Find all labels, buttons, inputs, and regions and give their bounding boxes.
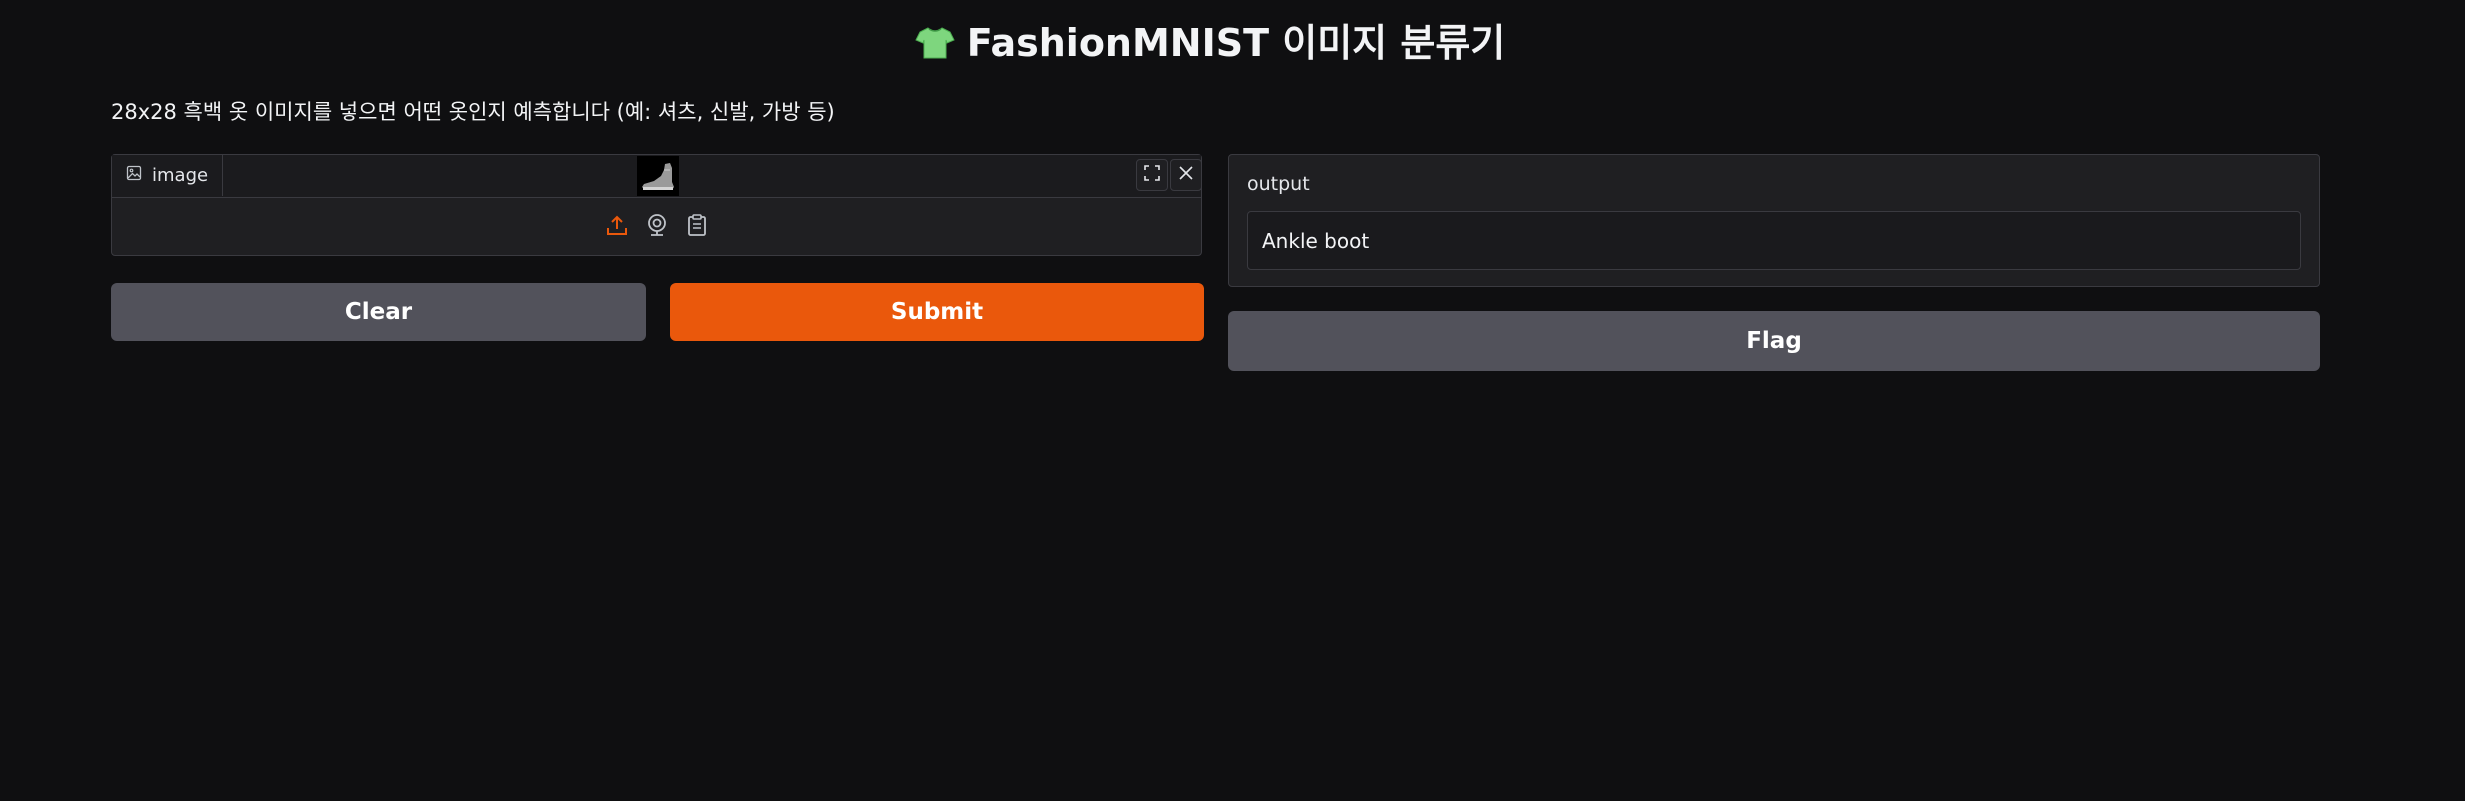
close-image-button[interactable] xyxy=(1170,159,1202,191)
output-panel: output Ankle boot xyxy=(1228,154,2320,287)
output-label: output xyxy=(1247,173,1310,195)
page-title-text: FashionMNIST 이미지 분류기 xyxy=(966,21,1506,65)
page-title: FashionMNIST 이미지 분류기 xyxy=(0,12,2420,69)
image-input-label: image xyxy=(112,155,224,196)
webcam-icon xyxy=(646,213,668,241)
app-root: FashionMNIST 이미지 분류기 28x28 흑백 옷 이미지를 넣으면… xyxy=(0,0,2465,801)
close-icon xyxy=(1177,164,1195,186)
fullscreen-button[interactable] xyxy=(1136,159,1168,191)
image-input-panel[interactable]: image xyxy=(111,154,1202,256)
webcam-button[interactable] xyxy=(646,213,668,241)
output-textbox[interactable]: Ankle boot xyxy=(1247,211,2301,270)
clipboard-icon xyxy=(687,213,707,241)
flag-button[interactable]: Flag xyxy=(1228,311,2320,371)
image-input-header: image xyxy=(112,155,1202,198)
clear-button[interactable]: Clear xyxy=(111,283,646,341)
upload-button[interactable] xyxy=(606,214,628,240)
fullscreen-icon xyxy=(1143,164,1161,186)
upload-icon xyxy=(606,214,628,240)
image-icon xyxy=(126,165,142,186)
app-description: 28x28 흑백 옷 이미지를 넣으면 어떤 옷인지 예측합니다 (예: 셔츠,… xyxy=(111,100,835,124)
submit-button[interactable]: Submit xyxy=(670,283,1204,341)
t-shirt-icon xyxy=(915,25,955,69)
uploaded-image-thumbnail xyxy=(637,156,679,196)
image-input-label-text: image xyxy=(152,165,209,186)
clipboard-button[interactable] xyxy=(686,213,708,241)
image-source-selector xyxy=(112,198,1201,255)
output-value: Ankle boot xyxy=(1262,228,1370,253)
